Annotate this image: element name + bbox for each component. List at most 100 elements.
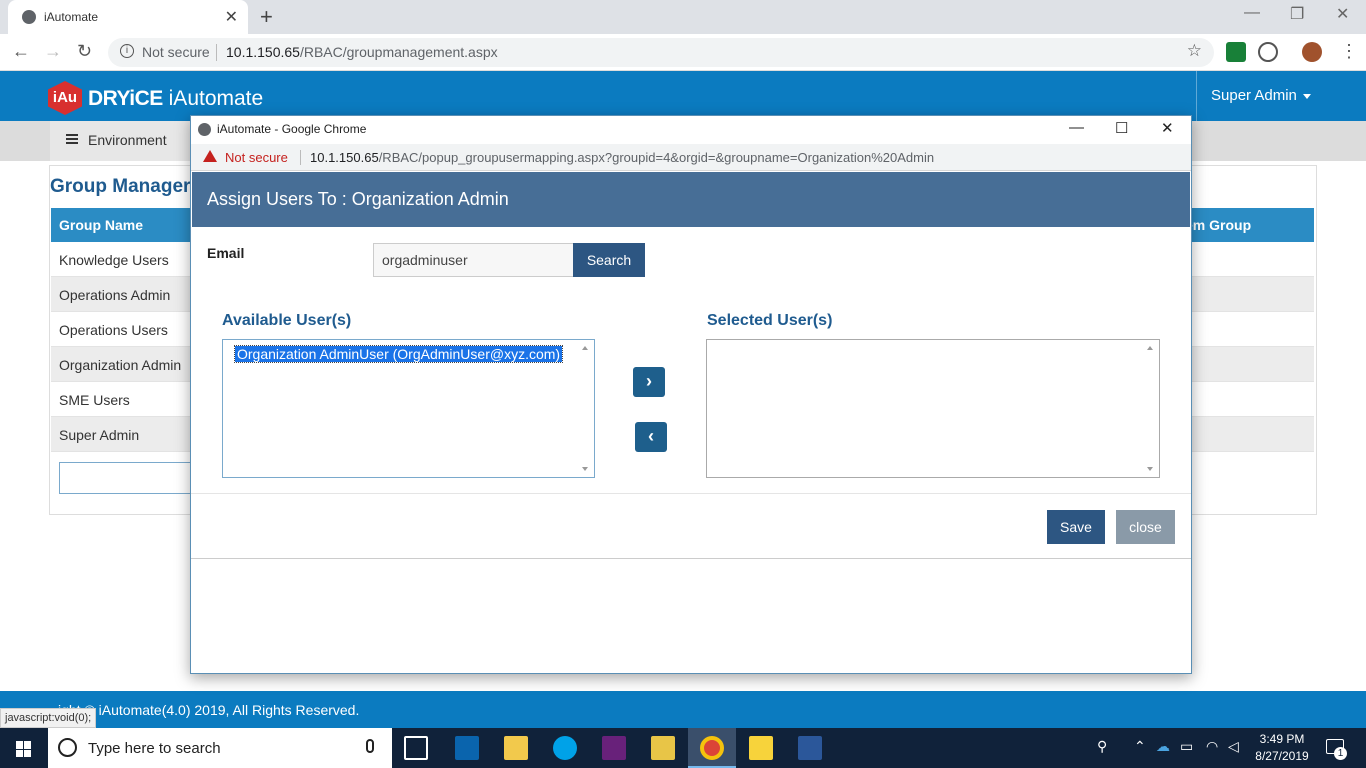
brand-name: iAutomate	[168, 87, 264, 110]
divider	[216, 44, 217, 61]
user-menu[interactable]: Super Admin	[1196, 71, 1366, 121]
forward-icon[interactable]: →	[44, 41, 62, 62]
browser-tabbar: iAutomate ✕ + — ❐ ✕	[0, 0, 1366, 34]
scroll-up-icon[interactable]	[1147, 346, 1153, 350]
back-icon[interactable]: ←	[12, 41, 30, 62]
microphone-icon[interactable]	[366, 739, 374, 753]
scroll-up-icon[interactable]	[582, 346, 588, 350]
column-header-system-group: em Group	[1185, 217, 1252, 233]
info-icon[interactable]: i	[120, 44, 134, 58]
warning-icon	[203, 150, 217, 162]
brand-bold: DRYiCE	[88, 87, 163, 110]
clock-time: 3:49 PM	[1259, 732, 1305, 746]
popup-window-title: iAutomate - Google Chrome	[217, 122, 367, 136]
profile-avatar[interactable]	[1302, 42, 1322, 62]
new-tab-icon[interactable]: +	[260, 4, 273, 30]
sql-tool-icon[interactable]	[651, 736, 675, 760]
popup-titlebar: iAutomate - Google Chrome — ☐ ✕	[191, 116, 1191, 144]
chrome-icon[interactable]	[700, 736, 724, 760]
footer: ight © iAutomate(4.0) 2019, All Rights R…	[0, 691, 1366, 728]
page-title: Group Manager	[50, 176, 191, 197]
popup-address-bar[interactable]: Not secure 10.1.150.65/RBAC/popup_groupu…	[191, 144, 1191, 171]
maximize-icon[interactable]: ☐	[1115, 119, 1128, 137]
link-status-bar: javascript:void(0);	[0, 708, 97, 728]
save-button[interactable]: Save	[1047, 510, 1105, 544]
modal-title: Assign Users To : Organization Admin	[192, 172, 1190, 227]
minimize-icon[interactable]: —	[1069, 119, 1084, 136]
remove-user-button[interactable]: ‹	[635, 422, 667, 452]
available-users-listbox[interactable]: Organization AdminUser (OrgAdminUser@xyz…	[222, 339, 595, 478]
new-group-input[interactable]	[59, 462, 209, 494]
browser-tab[interactable]: iAutomate ✕	[8, 0, 248, 34]
user-name: Super Admin	[1211, 87, 1297, 104]
browser-toolbar: ← → ↻ i Not secure 10.1.150.65/RBAC/grou…	[0, 34, 1366, 71]
tab-title: iAutomate	[44, 10, 99, 24]
onedrive-icon[interactable]: ☁	[1156, 738, 1170, 755]
close-tab-icon[interactable]: ✕	[225, 7, 238, 27]
brand-logo: DRYiCE iAutomate	[88, 87, 263, 111]
url-text: 10.1.150.65/RBAC/groupmanagement.aspx	[226, 44, 498, 60]
brand-badge: iAu	[48, 81, 82, 115]
reload-icon[interactable]: ↻	[77, 41, 92, 62]
selected-users-listbox[interactable]	[706, 339, 1160, 478]
divider	[191, 493, 1191, 494]
restore-icon[interactable]: ❐	[1290, 4, 1304, 24]
skype-icon[interactable]	[553, 736, 577, 760]
wifi-icon[interactable]: ◠	[1206, 738, 1218, 755]
close-window-icon[interactable]: ✕	[1161, 119, 1174, 137]
minimize-icon[interactable]: —	[1244, 4, 1260, 22]
url-path: /RBAC/popup_groupusermapping.aspx?groupi…	[378, 150, 935, 165]
clock-date: 8/27/2019	[1255, 749, 1309, 763]
chevron-up-icon[interactable]: ⌃	[1134, 738, 1146, 755]
url-text: 10.1.150.65/RBAC/popup_groupusermapping.…	[310, 150, 934, 165]
security-label: Not secure	[142, 44, 210, 60]
caret-down-icon	[1302, 93, 1311, 99]
address-bar[interactable]: i Not secure 10.1.150.65/RBAC/groupmanag…	[108, 38, 1214, 67]
volume-icon[interactable]: ◁	[1228, 738, 1239, 755]
notification-count: 1	[1334, 747, 1347, 760]
system-clock[interactable]: 3:49 PM 8/27/2019	[1254, 731, 1310, 765]
word-icon[interactable]	[798, 736, 822, 760]
people-icon[interactable]: ⚲	[1097, 738, 1107, 755]
taskbar-search[interactable]: Type here to search	[48, 728, 392, 768]
close-window-icon[interactable]: ✕	[1336, 4, 1349, 24]
scrollbar[interactable]	[577, 340, 594, 477]
list-item[interactable]: Organization AdminUser (OrgAdminUser@xyz…	[233, 345, 564, 363]
scroll-down-icon[interactable]	[1147, 467, 1153, 471]
bookmark-star-icon[interactable]: ☆	[1187, 41, 1202, 61]
outlook-icon[interactable]	[455, 736, 479, 760]
cortana-icon	[58, 738, 77, 757]
extension-icon[interactable]	[1226, 42, 1246, 62]
divider	[191, 558, 1191, 559]
email-label: Email	[207, 245, 245, 261]
battery-icon[interactable]: ▭	[1180, 738, 1193, 755]
visual-studio-icon[interactable]	[602, 736, 626, 760]
nav-environment[interactable]: Environment	[50, 121, 190, 161]
security-label: Not secure	[225, 150, 288, 165]
globe-icon	[22, 10, 36, 24]
nav-label: Environment	[88, 132, 167, 148]
sticky-notes-icon[interactable]	[749, 736, 773, 760]
url-host: 10.1.150.65	[310, 150, 379, 165]
search-button[interactable]: Search	[573, 243, 645, 277]
email-search-input[interactable]: orgadminuser	[373, 243, 573, 277]
list-icon	[66, 134, 78, 144]
selected-users-label: Selected User(s)	[707, 312, 833, 329]
taskbar: Type here to search ⚲ ⌃ ☁ ▭ ◠ ◁ 3:49 PM …	[0, 728, 1366, 768]
file-explorer-icon[interactable]	[504, 736, 528, 760]
add-user-button[interactable]: ›	[633, 367, 665, 397]
search-placeholder: Type here to search	[88, 740, 221, 757]
task-view-icon[interactable]	[404, 736, 428, 760]
windows-start-icon[interactable]	[16, 741, 32, 757]
close-button[interactable]: close	[1116, 510, 1175, 544]
menu-dots-icon[interactable]: ⋮	[1340, 41, 1358, 62]
available-users-label: Available User(s)	[222, 312, 352, 329]
scrollbar[interactable]	[1142, 340, 1159, 477]
url-host: 10.1.150.65	[226, 44, 300, 60]
globe-icon	[198, 123, 211, 136]
app-header: iAu DRYiCE iAutomate	[0, 71, 1366, 121]
scroll-down-icon[interactable]	[582, 467, 588, 471]
popup-window: iAutomate - Google Chrome — ☐ ✕ Not secu…	[190, 115, 1192, 674]
extension-v-icon[interactable]	[1258, 42, 1278, 62]
column-header-group-name: Group Name	[59, 217, 144, 233]
